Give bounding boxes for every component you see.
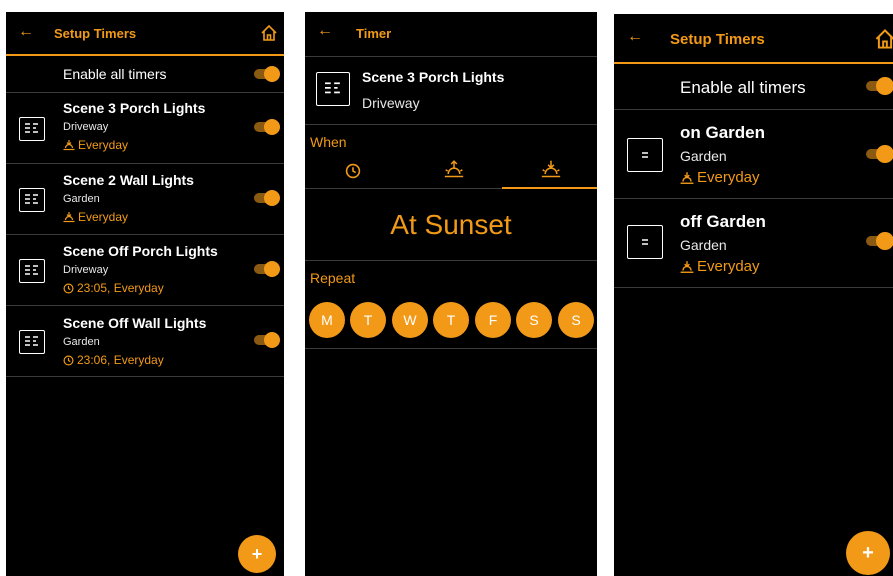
- timer-toggle[interactable]: [254, 119, 280, 135]
- selected-time-label: At Sunset: [390, 209, 512, 240]
- home-icon[interactable]: [260, 24, 278, 47]
- timer-room: Garden: [63, 336, 100, 348]
- timer-schedule: Everyday: [63, 210, 128, 224]
- enable-all-label: Enable all timers: [63, 66, 167, 82]
- top-bar: ← Timer: [305, 12, 597, 56]
- top-bar: ← Setup Timers: [614, 14, 893, 64]
- timer-name: Scene Off Wall Lights: [63, 315, 207, 331]
- timer-schedule-text: 23:05, Everyday: [77, 281, 164, 295]
- scene-room: Driveway: [362, 95, 420, 111]
- scene-list-icon: [19, 188, 45, 212]
- timer-name: Scene 2 Wall Lights: [63, 172, 194, 188]
- scene-name: Scene 3 Porch Lights: [362, 69, 505, 85]
- timer-row[interactable]: Scene Off Wall Lights Garden 23:06, Ever…: [6, 306, 284, 377]
- timer-name: Scene 3 Porch Lights: [63, 100, 206, 116]
- timer-schedule-text: Everyday: [78, 138, 129, 152]
- timer-toggle[interactable]: [866, 232, 893, 250]
- add-timer-button[interactable]: +: [846, 531, 890, 575]
- timer-name: Scene Off Porch Lights: [63, 243, 218, 259]
- timer-schedule: 23:06, Everyday: [63, 353, 164, 367]
- day-friday-button[interactable]: F: [475, 302, 511, 338]
- selected-time-row: At Sunset: [305, 189, 597, 261]
- setup-timers-screen-2: ← Setup Timers Enable all timers on Gard…: [614, 14, 893, 576]
- timer-room: Driveway: [63, 264, 109, 276]
- sunset-icon[interactable]: [541, 159, 561, 184]
- sunset-icon: [63, 212, 75, 223]
- timer-schedule-text: 23:06, Everyday: [77, 353, 164, 367]
- sunrise-icon[interactable]: [444, 159, 464, 184]
- page-title: Timer: [356, 26, 392, 41]
- repeat-label: Repeat: [310, 270, 356, 286]
- when-tabs: [305, 157, 597, 189]
- back-arrow-icon[interactable]: ←: [18, 23, 34, 41]
- timer-schedule-text: Everyday: [78, 210, 129, 224]
- clock-icon: [63, 283, 74, 293]
- scene-list-icon: [19, 117, 45, 141]
- repeat-divider: [305, 348, 597, 349]
- setup-timers-screen-1: ← Setup Timers Enable all timers Scene 3…: [6, 12, 284, 576]
- timer-schedule: Everyday: [680, 258, 760, 275]
- back-arrow-icon[interactable]: ←: [627, 28, 643, 46]
- page-title: Setup Timers: [670, 31, 765, 48]
- timer-toggle[interactable]: [254, 261, 280, 277]
- top-bar: ← Setup Timers: [6, 12, 284, 56]
- timer-room: Garden: [680, 148, 727, 164]
- timer-detail-screen: ← Timer Scene 3 Porch Lights Driveway Wh…: [305, 12, 597, 576]
- add-timer-button[interactable]: +: [238, 535, 276, 573]
- when-label: When: [310, 134, 347, 150]
- enable-all-row: Enable all timers: [6, 56, 284, 93]
- scene-list-icon: [19, 330, 45, 354]
- day-monday-button[interactable]: M: [309, 302, 345, 338]
- timer-room: Driveway: [63, 121, 109, 133]
- scene-icon: [627, 138, 663, 172]
- scene-list-icon: [19, 259, 45, 283]
- timer-schedule-text: Everyday: [697, 169, 760, 186]
- day-saturday-button[interactable]: S: [516, 302, 552, 338]
- enable-all-toggle[interactable]: [254, 66, 280, 82]
- timer-schedule: 23:05, Everyday: [63, 281, 164, 295]
- clock-icon: [63, 355, 74, 365]
- timer-room: Garden: [63, 193, 100, 205]
- timer-schedule: Everyday: [63, 138, 128, 152]
- timer-room: Garden: [680, 237, 727, 253]
- timer-row[interactable]: on Garden Garden Everyday: [614, 110, 893, 199]
- day-sunday-button[interactable]: S: [558, 302, 594, 338]
- enable-all-toggle[interactable]: [866, 77, 893, 95]
- timer-name: off Garden: [680, 212, 766, 231]
- timer-row[interactable]: Scene 2 Wall Lights Garden Everyday: [6, 164, 284, 235]
- home-icon[interactable]: [874, 28, 893, 55]
- scene-header: Scene 3 Porch Lights Driveway: [305, 57, 597, 125]
- timer-row[interactable]: Scene 3 Porch Lights Driveway Everyday: [6, 93, 284, 164]
- sunset-icon: [680, 260, 694, 273]
- day-wednesday-button[interactable]: W: [392, 302, 428, 338]
- enable-all-row: Enable all timers: [614, 64, 893, 110]
- page-title: Setup Timers: [54, 26, 137, 41]
- back-arrow-icon[interactable]: ←: [317, 22, 333, 40]
- timer-toggle[interactable]: [254, 190, 280, 206]
- day-tuesday-button[interactable]: T: [350, 302, 386, 338]
- timer-toggle[interactable]: [866, 145, 893, 163]
- sunset-icon: [680, 171, 694, 184]
- timer-name: on Garden: [680, 123, 766, 142]
- enable-all-label: Enable all timers: [680, 78, 806, 97]
- sunset-icon: [63, 140, 75, 151]
- timer-schedule: Everyday: [680, 169, 760, 186]
- timer-row[interactable]: Scene Off Porch Lights Driveway 23:05, E…: [6, 235, 284, 306]
- scene-icon: [627, 225, 663, 259]
- timer-row[interactable]: off Garden Garden Everyday: [614, 199, 893, 288]
- clock-icon[interactable]: [345, 163, 361, 184]
- day-thursday-button[interactable]: T: [433, 302, 469, 338]
- timer-schedule-text: Everyday: [697, 258, 760, 275]
- scene-list-icon: [316, 72, 350, 106]
- timer-toggle[interactable]: [254, 332, 280, 348]
